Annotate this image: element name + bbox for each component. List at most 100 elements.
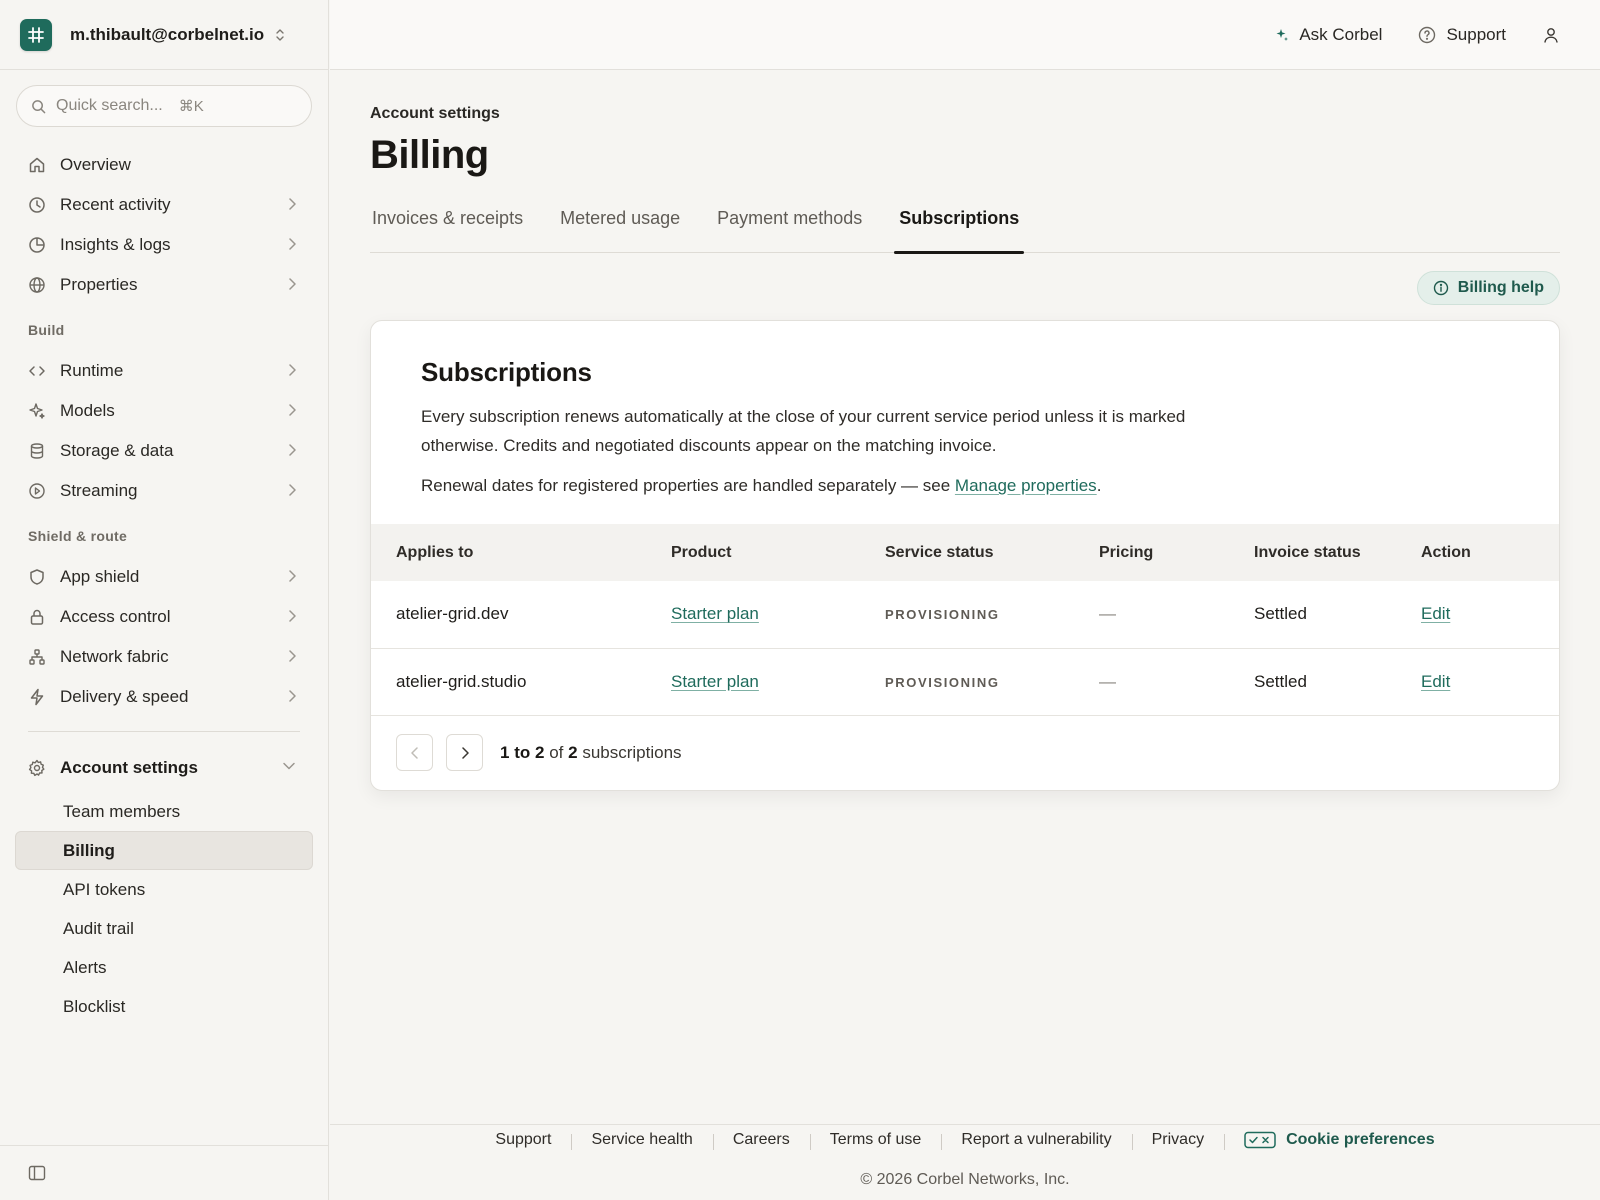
sidebar: m.thibault@corbelnet.io Quick search... … <box>0 0 329 1200</box>
sidebar-subitem-alerts[interactable]: Alerts <box>0 948 328 987</box>
clock-icon <box>28 196 46 214</box>
ask-corbel-button[interactable]: Ask Corbel <box>1275 25 1382 45</box>
cookie-preferences-link[interactable]: Cookie preferences <box>1224 1131 1455 1150</box>
user-menu-button[interactable] <box>1542 26 1560 44</box>
sidebar-toggle-icon <box>28 1165 46 1181</box>
sidebar-item-access-control[interactable]: Access control <box>0 597 328 637</box>
sidebar-item-streaming[interactable]: Streaming <box>0 471 328 511</box>
play-circle-icon <box>28 482 46 500</box>
chevron-right-icon <box>288 649 296 663</box>
table-row: atelier-grid.dev Starter plan PROVISIONI… <box>371 581 1559 648</box>
collapse-sidebar-button[interactable] <box>0 1145 328 1200</box>
page-title: Billing <box>370 133 489 177</box>
sidebar-item-storage-data[interactable]: Storage & data <box>0 431 328 471</box>
sidebar-item-label: Account settings <box>60 758 198 777</box>
sidebar-item-label: Runtime <box>60 361 124 380</box>
note-suffix: . <box>1096 476 1102 495</box>
product-link[interactable]: Starter plan <box>671 672 759 691</box>
sidebar-subitem-billing[interactable]: Billing <box>15 831 313 870</box>
account-email[interactable]: m.thibault@corbelnet.io <box>70 25 264 45</box>
sidebar-item-label: Delivery & speed <box>60 687 189 706</box>
previous-page-button[interactable] <box>396 734 433 771</box>
chevron-down-icon <box>282 762 296 770</box>
sidebar-item-network-fabric[interactable]: Network fabric <box>0 637 328 677</box>
sidebar-item-label: Access control <box>60 607 171 626</box>
chevron-right-icon <box>288 277 296 291</box>
footer-link-terms[interactable]: Terms of use <box>809 1131 942 1150</box>
breadcrumb[interactable]: Account settings <box>370 105 1560 123</box>
quick-search-input[interactable]: Quick search... ⌘K <box>16 85 312 127</box>
sidebar-item-recent-activity[interactable]: Recent activity <box>0 185 328 225</box>
lock-icon <box>28 608 46 626</box>
tab-payment-methods[interactable]: Payment methods <box>715 200 864 253</box>
edit-link[interactable]: Edit <box>1421 604 1450 623</box>
footer-link-support[interactable]: Support <box>475 1131 571 1149</box>
account-switcher[interactable]: m.thibault@corbelnet.io <box>0 0 328 70</box>
sidebar-divider <box>28 731 300 732</box>
sidebar-subitem-team-members[interactable]: Team members <box>0 792 328 831</box>
page-unit: subscriptions <box>582 742 682 762</box>
chevron-right-icon <box>288 483 296 497</box>
card-note: Renewal dates for registered properties … <box>421 476 1509 496</box>
billing-help-button[interactable]: Billing help <box>1416 271 1560 305</box>
support-label: Support <box>1446 24 1506 44</box>
search-icon <box>31 99 46 114</box>
card-description: Every subscription renews automatically … <box>421 407 1186 455</box>
sidebar-subitem-audit-trail[interactable]: Audit trail <box>0 909 328 948</box>
footer-link-service-health[interactable]: Service health <box>571 1131 712 1150</box>
page-range-start: 1 <box>500 742 510 762</box>
pie-chart-icon <box>28 236 46 254</box>
column-header-pricing: Pricing <box>1099 543 1154 561</box>
sidebar-item-app-shield[interactable]: App shield <box>0 557 328 597</box>
sidebar-item-insights-logs[interactable]: Insights & logs <box>0 225 328 265</box>
chevron-left-icon <box>410 746 419 760</box>
sidebar-item-label: Insights & logs <box>60 235 171 254</box>
manage-properties-link[interactable]: Manage properties <box>955 476 1097 495</box>
column-header-applies-to: Applies to <box>396 543 474 561</box>
sidebar-item-properties[interactable]: Properties <box>0 265 328 305</box>
cell-action: Edit <box>1396 648 1559 715</box>
sidebar-subitem-api-tokens[interactable]: API tokens <box>0 870 328 909</box>
page-of: of <box>549 742 564 762</box>
edit-link[interactable]: Edit <box>1421 672 1450 691</box>
tab-metered-usage[interactable]: Metered usage <box>558 200 682 253</box>
top-bar: Ask Corbel Support <box>330 0 1600 70</box>
main-content: Account settings Billing Invoices & rece… <box>370 70 1560 791</box>
tab-subscriptions[interactable]: Subscriptions <box>894 200 1025 254</box>
tab-invoices-receipts[interactable]: Invoices & receipts <box>370 200 525 253</box>
sidebar-subitem-blocklist[interactable]: Blocklist <box>0 987 328 1026</box>
sidebar-item-delivery-speed[interactable]: Delivery & speed <box>0 677 328 717</box>
org-logo <box>20 18 52 51</box>
cell-product: Starter plan <box>646 581 860 648</box>
cell-applies-to: atelier-grid.dev <box>396 604 509 624</box>
footer-link-report-vulnerability[interactable]: Report a vulnerability <box>941 1131 1131 1150</box>
status-badge: PROVISIONING <box>885 674 1000 690</box>
chevron-right-icon <box>288 363 296 377</box>
sidebar-item-runtime[interactable]: Runtime <box>0 351 328 391</box>
cell-invoice-status: Settled <box>1254 671 1307 691</box>
ask-corbel-label: Ask Corbel <box>1299 24 1383 44</box>
sidebar-item-models[interactable]: Models <box>0 391 328 431</box>
gear-icon <box>28 759 46 777</box>
page-range-to: to <box>514 742 531 762</box>
pagination-summary: 1 to 2 of 2 subscriptions <box>500 743 682 763</box>
product-link[interactable]: Starter plan <box>671 604 759 623</box>
sidebar-item-overview[interactable]: Overview <box>0 145 328 185</box>
support-button[interactable]: Support <box>1418 25 1506 45</box>
sidebar-nav: Overview Recent activity Insights & logs… <box>0 145 328 1026</box>
database-icon <box>28 442 46 460</box>
footer-link-careers[interactable]: Careers <box>712 1131 810 1150</box>
status-badge: PROVISIONING <box>885 607 1000 623</box>
search-placeholder: Quick search... <box>56 97 163 114</box>
chevron-right-icon <box>288 609 296 623</box>
note-prefix: Renewal dates for registered properties … <box>421 476 955 495</box>
chevron-updown-icon[interactable] <box>274 28 286 42</box>
table-row: atelier-grid.studio Starter plan PROVISI… <box>371 648 1559 715</box>
sidebar-item-account-settings[interactable]: Account settings <box>0 744 328 792</box>
cookie-toggle-icon <box>1244 1131 1276 1149</box>
cell-pricing: — <box>1099 604 1116 624</box>
footer-link-privacy[interactable]: Privacy <box>1131 1131 1224 1150</box>
sidebar-item-label: Streaming <box>60 481 138 500</box>
next-page-button[interactable] <box>446 734 483 771</box>
sidebar-item-label: Storage & data <box>60 441 174 460</box>
